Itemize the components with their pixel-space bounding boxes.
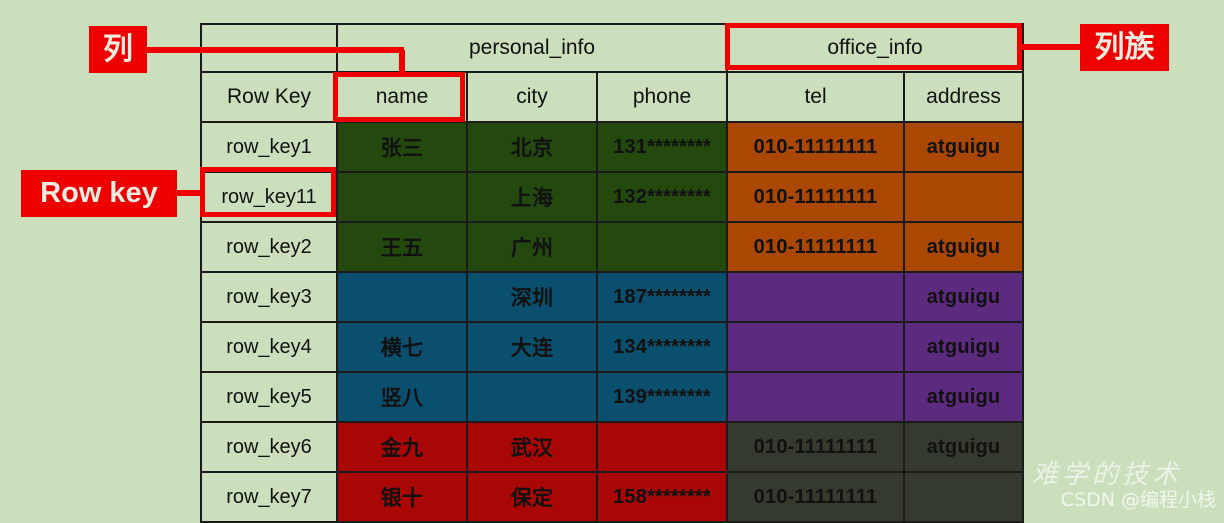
cell-phone: 158******** [595,471,729,523]
leader-line-row-key [176,190,204,196]
row-key-cell: row_key6 [200,421,338,473]
cell-tel: 010-11111111 [726,171,906,223]
column-header-row: Row Key name city phone tel address [200,71,1025,123]
cell-address [903,471,1025,523]
cell-address: atguigu [903,371,1025,423]
cell-city: 北京 [466,121,598,173]
row-key-cell: row_key2 [200,221,338,273]
cell-phone: 132******** [595,171,729,223]
row-key-cell: row_key4 [200,321,338,373]
table-row: row_key11 上海 132******** 010-11111111 [200,171,1025,223]
watermark-credit: CSDN @编程小栈 [1060,489,1216,512]
cell-phone: 187******** [595,271,729,323]
cell-address: atguigu [903,221,1025,273]
column-header-city: city [466,71,598,123]
annotation-tag-column: 列 [89,26,147,73]
column-header-phone: phone [595,71,729,123]
cell-tel: 010-11111111 [726,421,906,473]
row-key-cell: row_key11 [200,171,338,223]
table-row: row_key7 银十 保定 158******** 010-11111111 [200,471,1025,523]
column-header-row_key: Row Key [200,71,338,123]
cell-address: atguigu [903,421,1025,473]
cell-tel [726,371,906,423]
table-row: row_key4 横七 大连 134******** atguigu [200,321,1025,373]
table-row: row_key6 金九 武汉 010-11111111 atguigu [200,421,1025,473]
cell-tel [726,321,906,373]
column-header-address: address [903,71,1025,123]
row-key-cell: row_key1 [200,121,338,173]
cell-name: 张三 [336,121,468,173]
column-header-tel: tel [726,71,906,123]
row-key-cell: row_key5 [200,371,338,423]
watermark: 难学的技术 CSDN @编程小栈 [1032,461,1216,512]
cell-phone: 139******** [595,371,729,423]
cell-name: 王五 [336,221,468,273]
cell-name: 金九 [336,421,468,473]
leader-line-column-vertical [399,50,405,75]
cell-city: 武汉 [466,421,598,473]
table-row: row_key2 王五 广州 010-11111111 atguigu [200,221,1025,273]
leader-line-column-family [1021,44,1081,50]
cell-address: atguigu [903,271,1025,323]
cell-name [336,171,468,223]
cell-address: atguigu [903,121,1025,173]
cell-tel: 010-11111111 [726,471,906,523]
cell-phone: 134******** [595,321,729,373]
table-row: row_key3 深圳 187******** atguigu [200,271,1025,323]
cell-tel [726,271,906,323]
column-family-header: office_info [726,23,1025,73]
watermark-script-text: 难学的技术 [1031,459,1182,490]
cell-city: 保定 [466,471,598,523]
table-row: row_key1 张三 北京 131******** 010-11111111 atgui… [200,121,1025,173]
cell-address [903,171,1025,223]
column-header-name: name [336,71,468,123]
cell-phone [595,221,729,273]
cell-tel: 010-11111111 [726,221,906,273]
cell-name: 横七 [336,321,468,373]
annotation-tag-row-key: Row key [21,170,177,217]
cell-phone [595,421,729,473]
table-row: row_key5 竖八 139******** atguigu [200,371,1025,423]
cell-phone: 131******** [595,121,729,173]
annotation-tag-column-family: 列族 [1080,24,1169,71]
cell-city: 上海 [466,171,598,223]
hbase-table: personal_info office_info Row Key name city p… [200,23,1025,523]
cell-name: 银十 [336,471,468,523]
row-key-cell: row_key7 [200,471,338,523]
cell-city: 深圳 [466,271,598,323]
cell-tel: 010-11111111 [726,121,906,173]
cell-name [336,271,468,323]
cell-city: 大连 [466,321,598,373]
cell-city [466,371,598,423]
cell-address: atguigu [903,321,1025,373]
row-key-cell: row_key3 [200,271,338,323]
diagram-canvas: personal_info office_info Row Key name city p… [0,0,1224,523]
leader-line-column [146,47,404,53]
cell-city: 广州 [466,221,598,273]
cell-name: 竖八 [336,371,468,423]
